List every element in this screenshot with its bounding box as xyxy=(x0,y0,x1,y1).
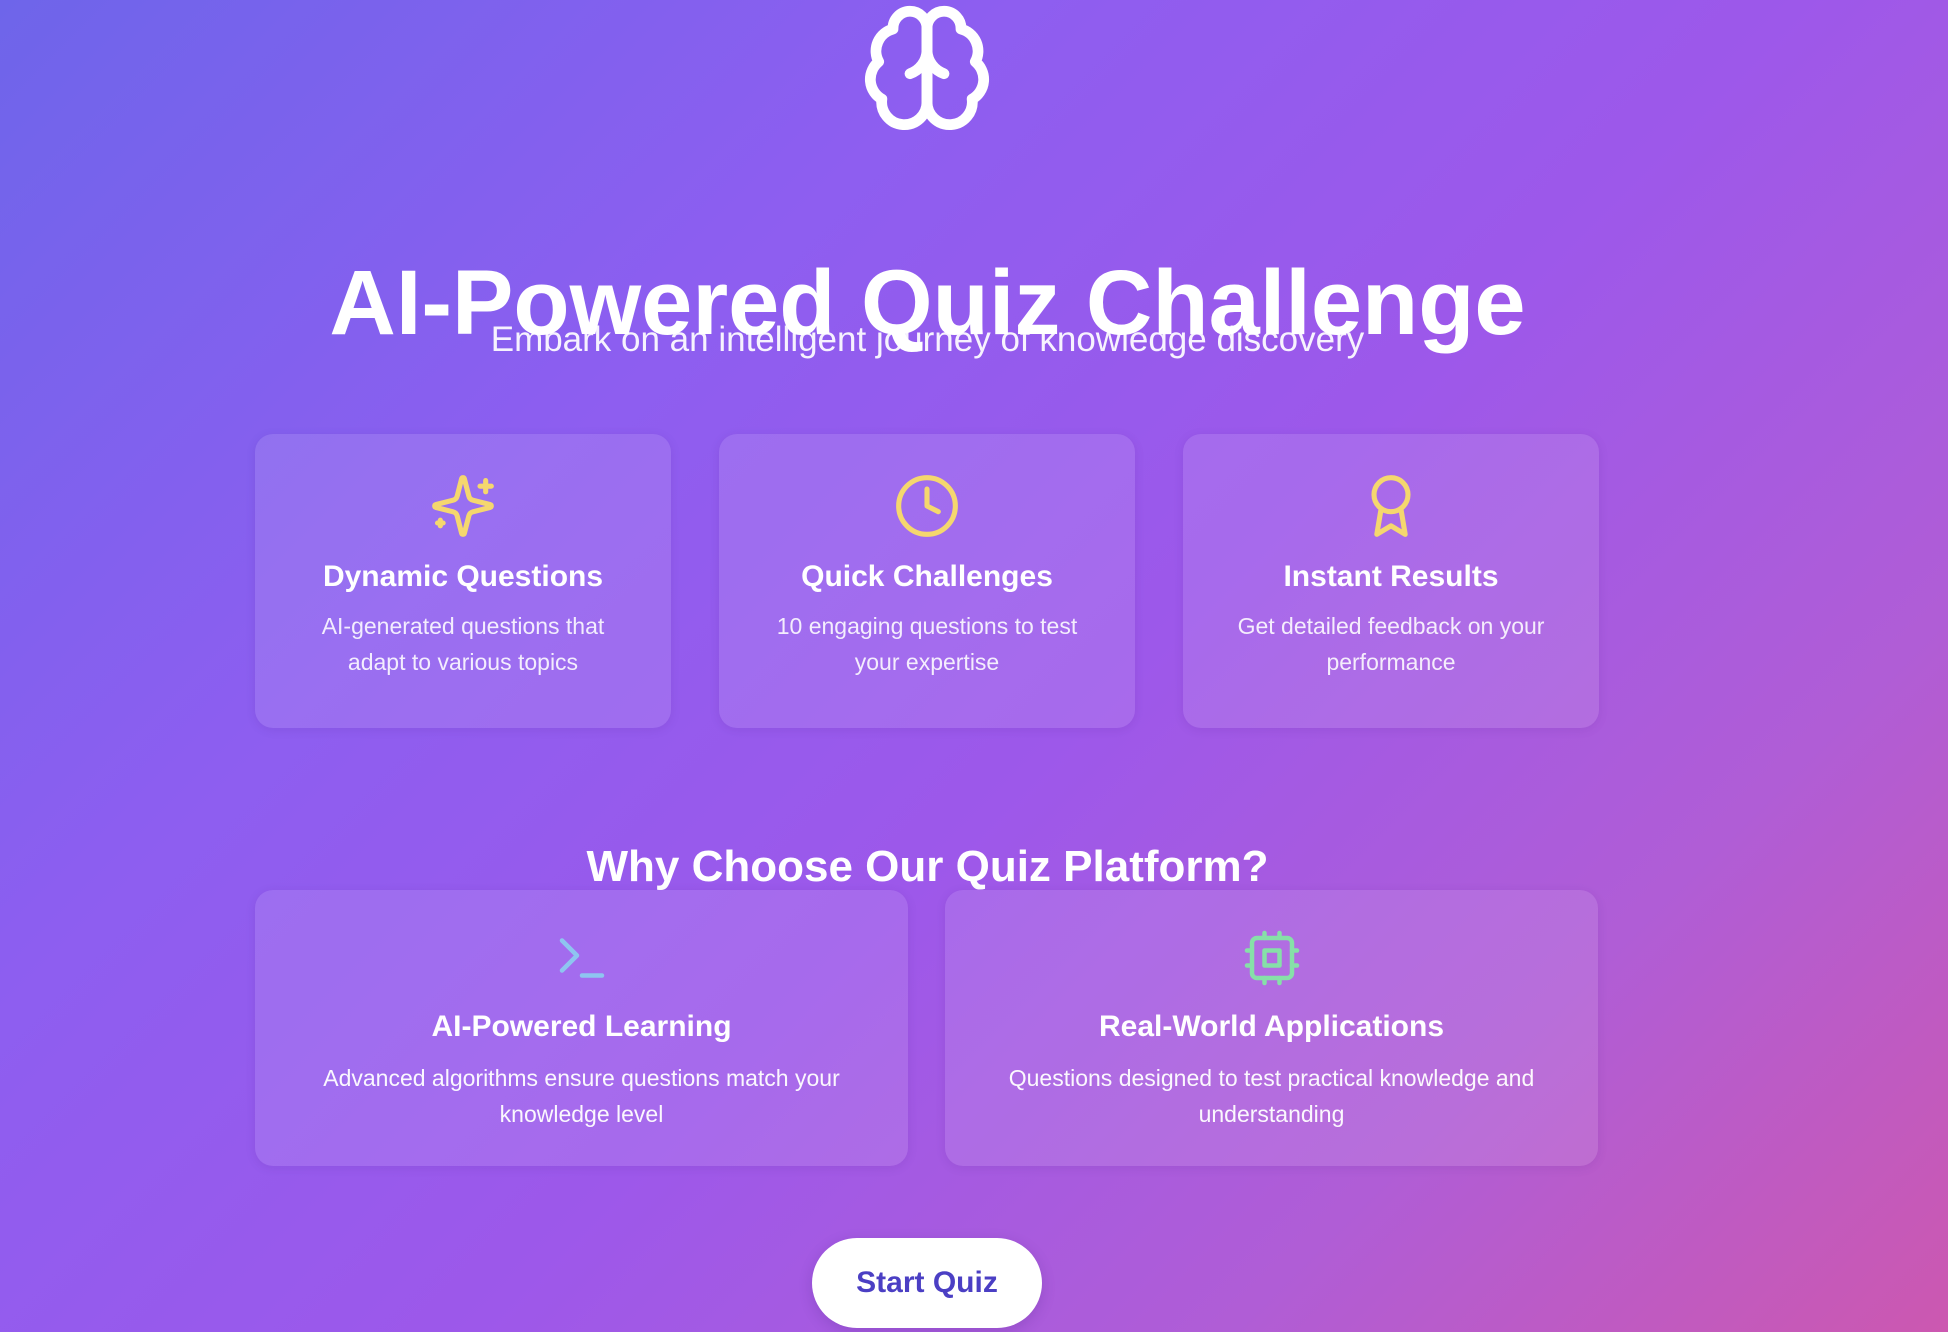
feature-card-instant-results: Instant Results Get detailed feedback on… xyxy=(1183,434,1599,728)
start-quiz-button[interactable]: Start Quiz xyxy=(812,1238,1042,1328)
why-card-title: Real-World Applications xyxy=(1098,1010,1445,1043)
feature-card-quick-challenges: Quick Challenges 10 engaging questions t… xyxy=(719,434,1135,728)
why-card-description: Questions designed to test practical kno… xyxy=(1008,1065,1535,1127)
feature-description: AI-generated questions that adapt to var… xyxy=(321,613,605,675)
sparkles-icon xyxy=(432,475,494,537)
clock-icon xyxy=(896,475,958,537)
feature-title: Quick Challenges xyxy=(801,560,1053,593)
section-title: Why Choose Our Quiz Platform? xyxy=(586,841,1269,891)
terminal-icon xyxy=(559,938,604,978)
why-card-ai-learning: AI-Powered Learning Advanced algorithms … xyxy=(255,890,908,1166)
page-subtitle: Embark on an intelligent journey of know… xyxy=(490,320,1365,359)
feature-description: Get detailed feedback on your performanc… xyxy=(1237,613,1545,675)
feature-card-dynamic-questions: Dynamic Questions AI-generated questions… xyxy=(255,434,671,728)
why-card-title: AI-Powered Learning xyxy=(431,1010,732,1043)
feature-title: Instant Results xyxy=(1283,560,1499,593)
landing-page: AI-Powered Quiz Challenge Embark on an i… xyxy=(0,0,1948,1332)
why-card-real-world: Real-World Applications Questions design… xyxy=(945,890,1598,1166)
feature-title: Dynamic Questions xyxy=(322,560,604,593)
award-icon xyxy=(1371,475,1411,537)
why-card-description: Advanced algorithms ensure questions mat… xyxy=(323,1065,840,1127)
brain-icon xyxy=(865,5,989,131)
cpu-icon xyxy=(1244,930,1299,986)
feature-description: 10 engaging questions to test your exper… xyxy=(776,613,1078,675)
